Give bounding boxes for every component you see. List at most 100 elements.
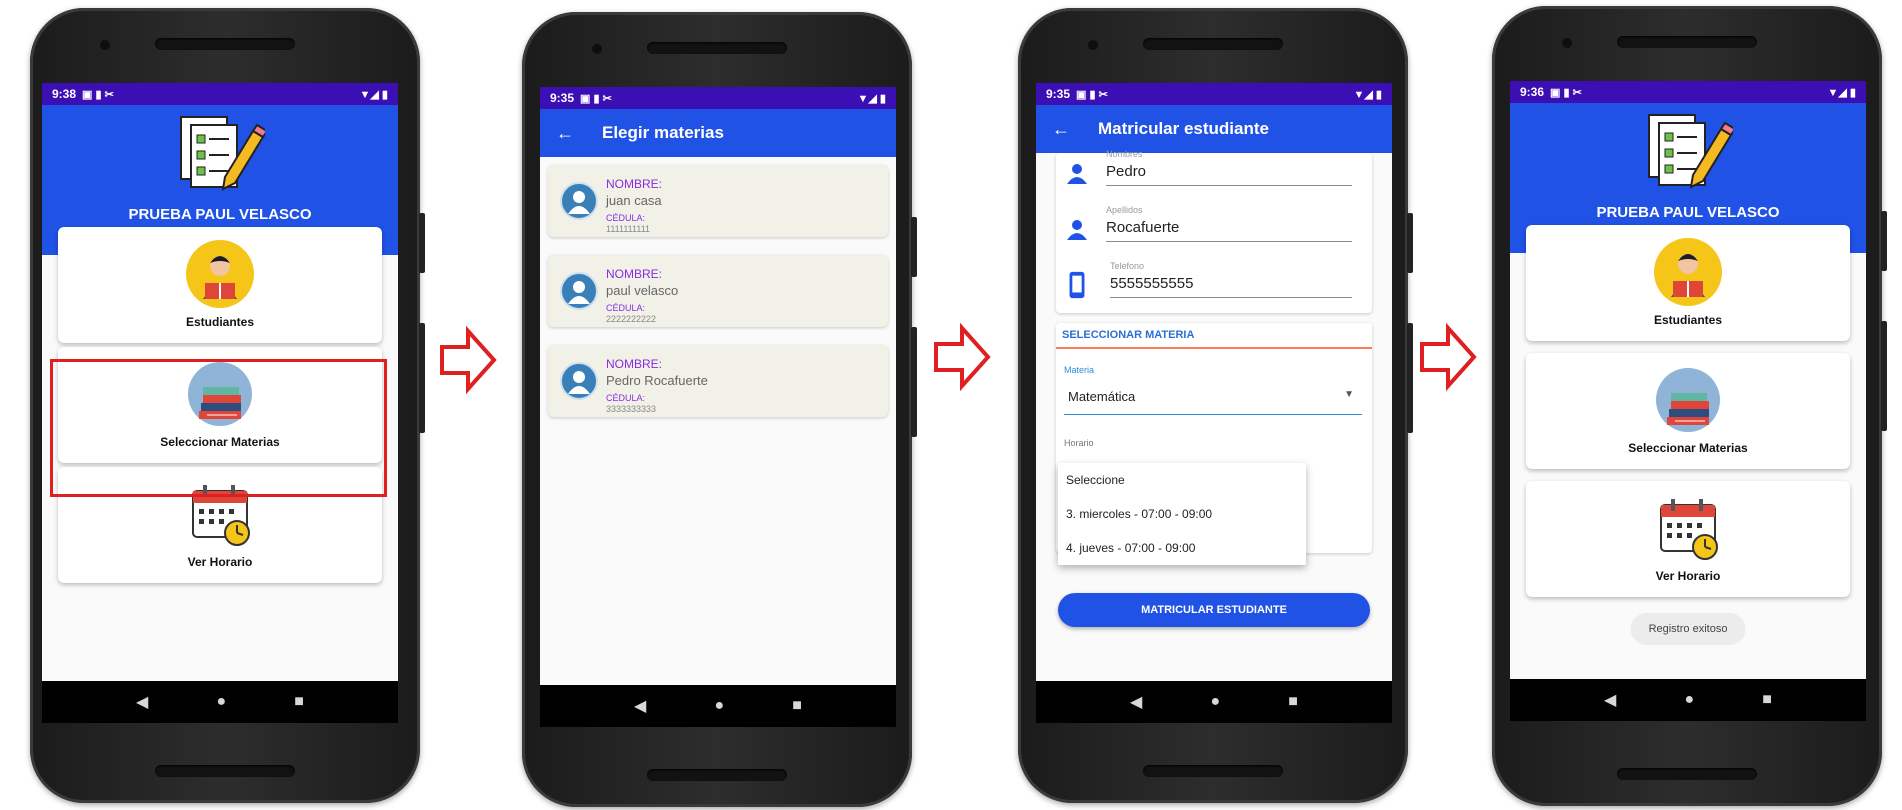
dropdown-option[interactable]: Seleccione bbox=[1058, 463, 1306, 497]
notification-icons: ▣ ▮ ✂ bbox=[580, 92, 612, 105]
system-nav-bar: ◀ ● ■ bbox=[1036, 681, 1392, 723]
signal-icons: ▼◢ ▮ bbox=[359, 88, 388, 101]
menu-label: Seleccionar Materias bbox=[1628, 441, 1748, 455]
camera bbox=[1088, 40, 1098, 50]
system-nav-bar: ◀ ● ■ bbox=[1510, 679, 1866, 721]
matricular-button[interactable]: MATRICULAR ESTUDIANTE bbox=[1058, 593, 1370, 627]
field-underline bbox=[1106, 185, 1352, 186]
speaker bbox=[647, 42, 787, 54]
student-card[interactable]: NOMBRE: paul velasco CÉDULA: 2222222222 bbox=[548, 255, 888, 327]
student-reading-icon bbox=[1654, 238, 1722, 306]
nombres-field[interactable]: Nombres Pedro bbox=[1066, 149, 1352, 193]
menu-card-ver-horario[interactable]: Ver Horario bbox=[1526, 481, 1850, 597]
recents-icon[interactable]: ■ bbox=[1762, 691, 1772, 709]
camera bbox=[100, 40, 110, 50]
recents-icon[interactable]: ■ bbox=[792, 697, 802, 715]
books-icon bbox=[1656, 368, 1720, 432]
name-value: juan casa bbox=[606, 193, 662, 208]
speaker bbox=[1143, 38, 1283, 50]
menu-label: Estudiantes bbox=[1653, 313, 1722, 327]
person-icon bbox=[1067, 164, 1087, 184]
phone-4: 9:36 ▣ ▮ ✂ ▼◢ ▮ PRUEBA PAUL VELASCO Estu… bbox=[1492, 6, 1887, 806]
dropdown-option[interactable]: 4. jueves - 07:00 - 09:00 bbox=[1058, 531, 1306, 565]
student-info-card: Nombres Pedro Apellidos Rocafuerte Telef… bbox=[1056, 149, 1372, 313]
home-icon[interactable]: ● bbox=[714, 697, 724, 715]
menu-card-seleccionar-materias[interactable]: Seleccionar Materias bbox=[1526, 353, 1850, 469]
menu-label: Ver Horario bbox=[1655, 569, 1721, 583]
red-outline-arrow-icon bbox=[440, 325, 497, 395]
materia-select[interactable]: Matemática ▼ bbox=[1064, 379, 1362, 415]
id-key: CÉDULA: bbox=[606, 213, 646, 223]
section-underline bbox=[1056, 347, 1372, 349]
id-key: CÉDULA: bbox=[606, 393, 646, 403]
back-arrow-icon[interactable]: ← bbox=[1052, 119, 1070, 140]
power-button bbox=[911, 217, 917, 277]
red-outline-arrow-icon bbox=[1420, 322, 1477, 392]
app-title: PRUEBA PAUL VELASCO bbox=[128, 206, 312, 223]
field-label: Telefono bbox=[1110, 261, 1145, 271]
signal-icons: ▼◢ ▮ bbox=[857, 92, 886, 105]
field-value: 5555555555 bbox=[1110, 275, 1194, 292]
phone-3: 9:35 ▣ ▮ ✂ ▼◢ ▮ ← Matricular estudiante … bbox=[1018, 8, 1413, 803]
camera bbox=[1562, 38, 1572, 48]
person-avatar-icon bbox=[560, 272, 598, 310]
home-icon[interactable]: ● bbox=[216, 693, 226, 711]
student-card[interactable]: NOMBRE: Pedro Rocafuerte CÉDULA: 3333333… bbox=[548, 345, 888, 417]
speaker bbox=[1617, 36, 1757, 48]
appbar-title: Elegir materias bbox=[602, 123, 724, 142]
id-key: CÉDULA: bbox=[606, 303, 646, 313]
recents-icon[interactable]: ■ bbox=[294, 693, 304, 711]
checklist-logo-icon bbox=[1648, 114, 1733, 189]
field-label: Apellidos bbox=[1106, 205, 1143, 215]
id-value: 2222222222 bbox=[606, 314, 657, 324]
toast-message: Registro exitoso bbox=[1630, 613, 1746, 645]
system-nav-bar: ◀ ● ■ bbox=[42, 681, 398, 723]
telefono-field[interactable]: Telefono 5555555555 bbox=[1066, 261, 1352, 305]
field-underline bbox=[1110, 297, 1352, 298]
student-card[interactable]: NOMBRE: juan casa CÉDULA: 1111111111 bbox=[548, 165, 888, 237]
back-icon[interactable]: ◀ bbox=[1604, 690, 1616, 710]
highlight-box bbox=[50, 359, 387, 497]
storyboard: 9:38 ▣ ▮ ✂ ▼◢ ▮ PRUEBA PAUL VELASCO Estu… bbox=[0, 0, 1902, 810]
camera bbox=[592, 44, 602, 54]
system-nav-bar: ◀ ● ■ bbox=[540, 685, 896, 727]
materia-value: Matemática bbox=[1068, 389, 1136, 404]
home-icon[interactable]: ● bbox=[1210, 693, 1220, 711]
speaker bbox=[1143, 765, 1283, 777]
checklist-logo-icon bbox=[180, 116, 265, 191]
materia-label: Materia bbox=[1064, 365, 1095, 375]
field-label: Nombres bbox=[1106, 149, 1143, 159]
back-icon[interactable]: ◀ bbox=[1130, 692, 1142, 712]
back-icon[interactable]: ◀ bbox=[634, 696, 646, 716]
screen: 9:35 ▣ ▮ ✂ ▼◢ ▮ ← Elegir materias NOMBRE… bbox=[540, 87, 896, 727]
name-value: paul velasco bbox=[606, 283, 679, 298]
menu-card-estudiantes[interactable]: Estudiantes bbox=[1526, 225, 1850, 341]
notification-icons: ▣ ▮ ✂ bbox=[82, 88, 114, 101]
name-value: Pedro Rocafuerte bbox=[606, 373, 708, 388]
recents-icon[interactable]: ■ bbox=[1288, 693, 1298, 711]
menu-card-estudiantes[interactable]: Estudiantes bbox=[58, 227, 382, 343]
speaker bbox=[155, 765, 295, 777]
volume-button bbox=[1881, 321, 1887, 431]
back-icon[interactable]: ◀ bbox=[136, 692, 148, 712]
speaker bbox=[1617, 768, 1757, 780]
speaker bbox=[647, 769, 787, 781]
status-bar: 9:35 ▣ ▮ ✂ ▼◢ ▮ bbox=[540, 87, 896, 109]
field-underline bbox=[1106, 241, 1352, 242]
person-avatar-icon bbox=[560, 362, 598, 400]
back-arrow-icon[interactable]: ← bbox=[556, 123, 574, 144]
home-icon[interactable]: ● bbox=[1684, 691, 1694, 709]
status-time: 9:36 bbox=[1520, 85, 1545, 99]
notification-icons: ▣ ▮ ✂ bbox=[1076, 88, 1108, 101]
person-avatar-icon bbox=[560, 182, 598, 220]
phone-icon bbox=[1069, 271, 1085, 299]
student-reading-icon bbox=[186, 240, 254, 308]
power-button bbox=[419, 213, 425, 273]
screen: 9:35 ▣ ▮ ✂ ▼◢ ▮ ← Matricular estudiante … bbox=[1036, 83, 1392, 723]
field-value: Rocafuerte bbox=[1106, 219, 1180, 236]
phone-2: 9:35 ▣ ▮ ✂ ▼◢ ▮ ← Elegir materias NOMBRE… bbox=[522, 12, 917, 807]
apellidos-field[interactable]: Apellidos Rocafuerte bbox=[1066, 205, 1352, 249]
dropdown-option[interactable]: 3. miercoles - 07:00 - 09:00 bbox=[1058, 497, 1306, 531]
notification-icons: ▣ ▮ ✂ bbox=[1550, 86, 1582, 99]
menu-label: Estudiantes bbox=[185, 315, 254, 329]
